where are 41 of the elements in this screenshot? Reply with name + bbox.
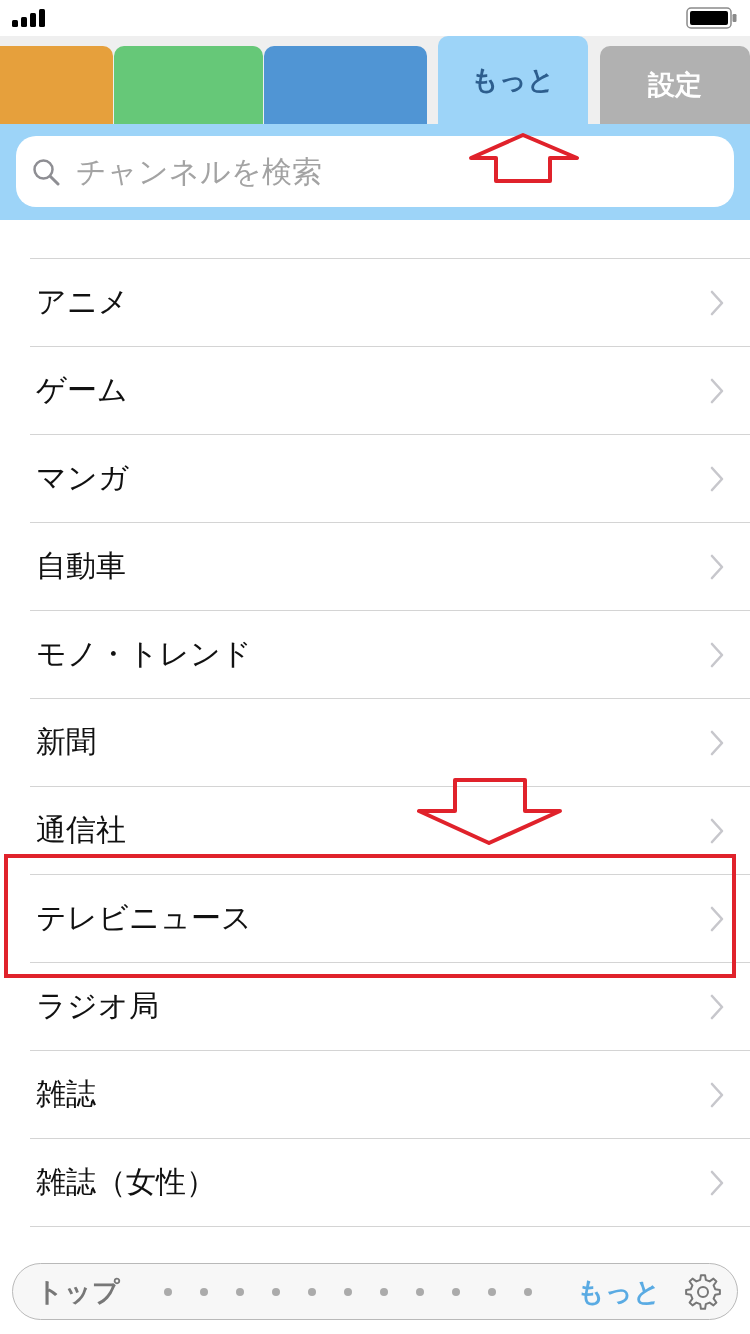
settings-button[interactable] — [684, 1272, 722, 1311]
chevron-icon — [710, 377, 724, 404]
chevron-icon — [710, 1081, 724, 1108]
search-icon — [32, 158, 60, 186]
list-item[interactable]: マンガ — [30, 434, 750, 522]
list-item[interactable]: ラジオ局 — [30, 962, 750, 1050]
gear-icon — [684, 1272, 722, 1311]
page-dot[interactable] — [308, 1287, 316, 1296]
chevron-icon — [710, 641, 724, 668]
list-item[interactable]: 新聞 — [30, 698, 750, 786]
chevron-icon — [710, 553, 724, 580]
page-dot[interactable] — [236, 1287, 244, 1296]
chevron-icon — [710, 289, 724, 316]
chevron-icon — [710, 465, 724, 492]
list-item[interactable]: 自動車 — [30, 522, 750, 610]
page-dot[interactable] — [452, 1287, 460, 1296]
page-dot[interactable] — [488, 1287, 496, 1296]
list-item[interactable]: 通信社 — [30, 786, 750, 874]
page-dot[interactable] — [344, 1287, 352, 1296]
chevron-icon — [710, 905, 724, 932]
chevron-icon — [710, 817, 724, 844]
tab[interactable]: もっと — [438, 36, 588, 124]
page-dot[interactable] — [380, 1287, 388, 1296]
list-item[interactable]: アニメ — [30, 258, 750, 346]
signal-icon — [12, 9, 46, 27]
list-item[interactable]: ゲーム — [30, 346, 750, 434]
list-item[interactable]: テレビニュース — [30, 874, 750, 962]
page-dot[interactable] — [524, 1287, 532, 1296]
page-dot[interactable] — [416, 1287, 424, 1296]
chevron-icon — [710, 729, 724, 756]
page-dot[interactable] — [200, 1287, 208, 1296]
nav-tab[interactable]: トップ — [36, 1273, 120, 1310]
list-item[interactable]: 雑誌 — [30, 1050, 750, 1138]
list-item[interactable]: モノ・トレンド — [30, 610, 750, 698]
search-field[interactable]: チャンネルを検索 — [16, 136, 734, 207]
page-dot[interactable] — [272, 1287, 280, 1296]
chevron-icon — [710, 1169, 724, 1196]
battery-icon — [686, 7, 738, 29]
page-dot[interactable] — [164, 1287, 172, 1296]
list-item[interactable]: 雑誌（女性） — [30, 1138, 750, 1226]
chevron-icon — [710, 993, 724, 1020]
